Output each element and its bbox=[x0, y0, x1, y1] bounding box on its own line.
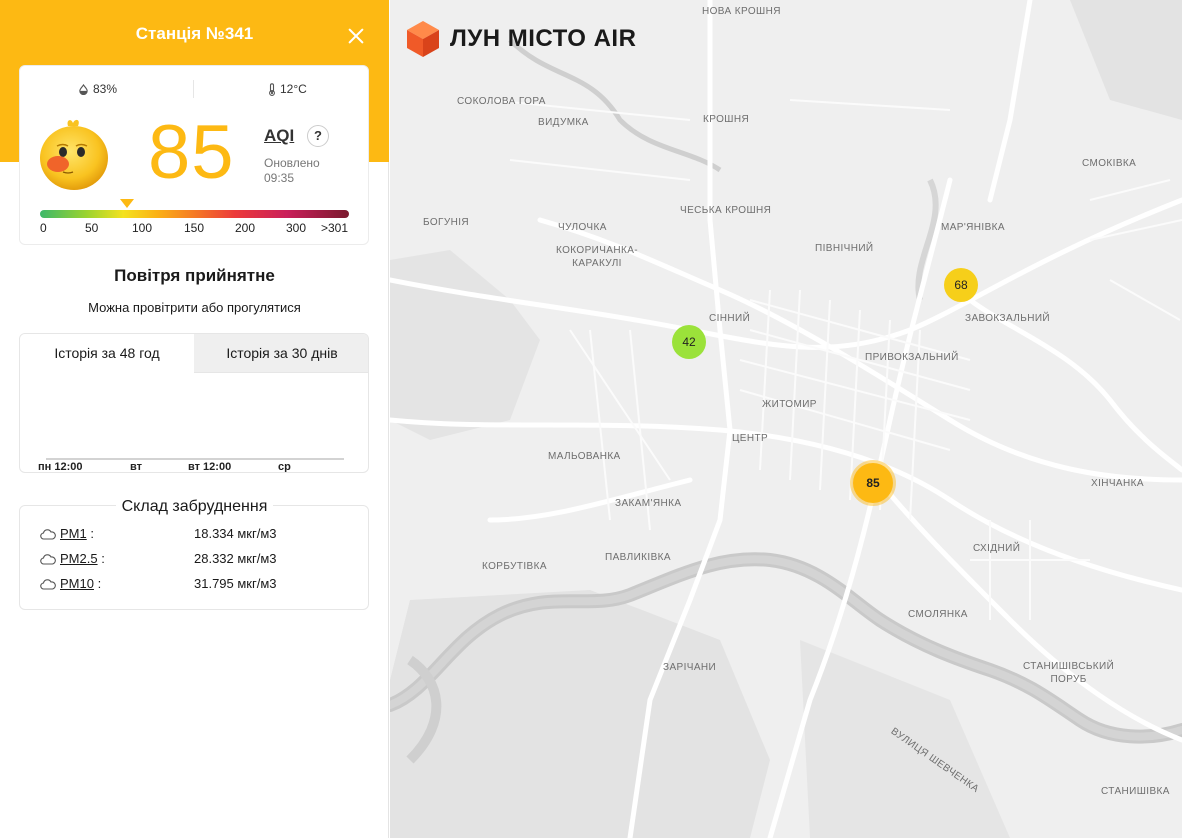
map-streets bbox=[390, 0, 1182, 838]
aqi-link[interactable]: AQI bbox=[264, 126, 294, 146]
district-label: ЖИТОМИР bbox=[762, 399, 817, 410]
aqi-value: 85 bbox=[148, 110, 235, 195]
district-label: МАЛЬОВАНКА bbox=[548, 451, 621, 462]
pollutant-suffix: : bbox=[97, 551, 105, 566]
district-label: ХІНЧАНКА bbox=[1091, 478, 1144, 489]
temperature-value: 12°C bbox=[280, 82, 307, 96]
chart-x-label: пн 12:00 bbox=[38, 461, 83, 473]
pollutant-link[interactable]: PM1 bbox=[60, 526, 87, 541]
district-label: ЗАКАМ'ЯНКА bbox=[615, 498, 682, 509]
scale-tick: 100 bbox=[132, 221, 153, 235]
history-chart: Історія за 48 год Історія за 30 днів пн … bbox=[19, 333, 369, 473]
logo-text: ЛУН МІСТО AIR bbox=[450, 25, 637, 52]
district-label: ЦЕНТР bbox=[732, 433, 769, 444]
pollution-title-text: Склад забруднення bbox=[115, 498, 274, 515]
pollutant-link[interactable]: PM2.5 bbox=[60, 551, 98, 566]
pollutant-row: PM10 : 31.795 мкг/м3 bbox=[40, 576, 360, 592]
humidity: 83% bbox=[78, 82, 117, 96]
pollutant-name: PM1 : bbox=[60, 526, 94, 541]
pollutant-value: 31.795 мкг/м3 bbox=[194, 576, 277, 591]
district-label: СІННИЙ bbox=[709, 313, 751, 324]
humidity-value: 83% bbox=[93, 82, 118, 96]
district-label: ЧЕСЬКА КРОШНЯ bbox=[680, 205, 772, 216]
district-label: ПАВЛИКІВКА bbox=[605, 552, 671, 563]
scale-tick: 150 bbox=[184, 221, 205, 235]
district-label: ЗАРІЧАНИ bbox=[663, 662, 717, 673]
district-label: ВИДУМКА bbox=[538, 117, 589, 128]
district-label: СМОКІВКА bbox=[1082, 158, 1137, 169]
pollutant-suffix: : bbox=[93, 576, 102, 591]
temperature: 12°C bbox=[268, 82, 307, 96]
scale-tick: 50 bbox=[85, 221, 99, 235]
chart-x-label: вт 12:00 bbox=[188, 461, 232, 473]
district-label: ЗАВОКЗАЛЬНИЙ bbox=[965, 313, 1050, 324]
scale-ticks: 0 50 100 150 200 300 >301 bbox=[20, 221, 370, 235]
aqi-scale-bar bbox=[40, 210, 349, 218]
air-status-title: Повітря прийнятне bbox=[114, 266, 275, 285]
station-title: Станція №341 bbox=[135, 24, 254, 43]
mascot-bird-icon bbox=[40, 119, 108, 190]
district-label: СМОЛЯНКА bbox=[908, 609, 968, 620]
district-label: МАР'ЯНІВКА bbox=[941, 222, 1005, 233]
updated-label: Оновлено bbox=[264, 156, 320, 170]
humidity-drop-icon bbox=[79, 83, 88, 95]
station-marker[interactable]: 68 bbox=[944, 268, 978, 302]
close-icon[interactable] bbox=[344, 24, 368, 48]
pollutant-suffix: : bbox=[86, 526, 94, 541]
pollutant-value: 28.332 мкг/м3 bbox=[194, 551, 277, 566]
pollutant-name: PM2.5 : bbox=[60, 551, 105, 566]
pollution-title: Склад забруднення bbox=[0, 498, 389, 516]
district-label: СТАНИШІВКА bbox=[1101, 786, 1170, 797]
station-marker[interactable]: 42 bbox=[672, 325, 706, 359]
city-map[interactable]: ЛУН МІСТО AIR НОВА КРОШНЯ СОКОЛОВА ГОРА … bbox=[390, 0, 1182, 838]
tab-history-30d[interactable]: Історія за 30 днів bbox=[194, 334, 368, 373]
air-status-subtitle: Можна провітрити або прогулятися bbox=[88, 300, 301, 315]
district-label: КОРБУТІВКА bbox=[482, 561, 547, 572]
aqi-card: 83% 12°C 85 AQI ? Оновлено 09:35 0 50 10… bbox=[19, 65, 369, 245]
weather-row: 83% 12°C bbox=[20, 80, 370, 98]
cloud-icon bbox=[40, 554, 56, 565]
pollutant-row: PM1 : 18.334 мкг/м3 bbox=[40, 526, 360, 542]
district-label: ЧУЛОЧКА bbox=[558, 222, 607, 233]
cloud-icon bbox=[40, 529, 56, 540]
scale-tick: >301 bbox=[321, 221, 349, 235]
pollution-box: PM1 : 18.334 мкг/м3 PM2.5 : 28.332 мкг/м… bbox=[19, 505, 369, 610]
chart-x-label: вт bbox=[130, 461, 143, 473]
weather-divider bbox=[193, 80, 194, 98]
logo-cube-icon bbox=[407, 21, 439, 57]
updated-time: 09:35 bbox=[264, 171, 295, 185]
district-label: СОКОЛОВА ГОРА bbox=[457, 96, 546, 107]
help-button[interactable]: ? bbox=[307, 125, 329, 147]
station-marker-selected[interactable]: 85 bbox=[853, 463, 893, 503]
scale-marker-icon bbox=[120, 199, 134, 208]
scale-tick: 0 bbox=[40, 221, 47, 235]
scale-tick: 300 bbox=[286, 221, 307, 235]
thermometer-icon bbox=[269, 82, 275, 96]
district-label: СТАНИШІВСЬКИЙ ПОРУБ bbox=[1023, 661, 1115, 685]
district-label: КРОШНЯ bbox=[703, 114, 750, 125]
district-label: ПІВНІЧНИЙ bbox=[815, 243, 874, 254]
district-label: КОКОРИЧАНКА- КАРАКУЛІ bbox=[556, 245, 639, 269]
district-label: БОГУНІЯ bbox=[423, 217, 470, 228]
district-label: ПРИВОКЗАЛЬНИЙ bbox=[865, 352, 959, 363]
station-panel: Станція №341 83% 12°C 85 AQI ? Оновлено … bbox=[0, 0, 389, 838]
logo[interactable]: ЛУН МІСТО AIR bbox=[406, 20, 636, 58]
district-label: СХІДНИЙ bbox=[973, 543, 1021, 554]
pollutant-row: PM2.5 : 28.332 мкг/м3 bbox=[40, 551, 360, 567]
district-label: НОВА КРОШНЯ bbox=[702, 6, 781, 17]
pollutant-value: 18.334 мкг/м3 bbox=[194, 526, 277, 541]
chart-axis bbox=[46, 458, 344, 460]
scale-tick: 200 bbox=[235, 221, 256, 235]
tab-history-48h[interactable]: Історія за 48 год bbox=[20, 334, 194, 373]
chart-x-label: ср bbox=[278, 461, 291, 473]
cloud-icon bbox=[40, 579, 56, 590]
pollutant-name: PM10 : bbox=[60, 576, 101, 591]
pollutant-link[interactable]: PM10 bbox=[60, 576, 94, 591]
updated-info: Оновлено 09:35 bbox=[264, 156, 320, 186]
